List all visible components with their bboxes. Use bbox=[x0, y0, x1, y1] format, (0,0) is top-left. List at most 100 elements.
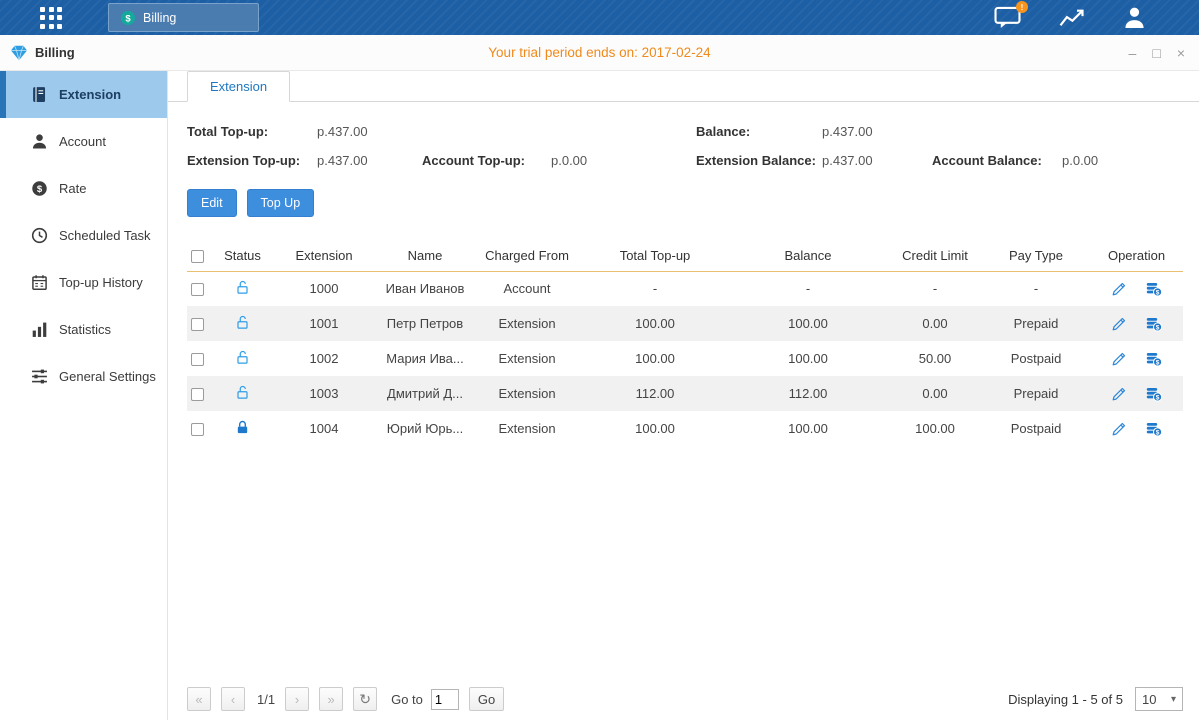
minimize-button[interactable]: – bbox=[1129, 46, 1137, 60]
edit-button[interactable]: Edit bbox=[187, 189, 237, 217]
ledger-icon bbox=[31, 86, 48, 103]
page-indicator: 1/1 bbox=[257, 692, 275, 707]
balance-cell: 100.00 bbox=[728, 341, 888, 376]
sidebar-item-extension[interactable]: Extension bbox=[0, 71, 167, 118]
select-all-checkbox[interactable] bbox=[191, 250, 204, 263]
col-name: Name bbox=[378, 240, 472, 271]
billing-tab-label: Billing bbox=[143, 11, 176, 25]
balance-value: p.437.00 bbox=[822, 124, 932, 139]
last-page-button[interactable]: » bbox=[319, 687, 343, 711]
topbar: Billing ! bbox=[0, 0, 1199, 35]
extension-cell: 1001 bbox=[270, 306, 378, 341]
table-header-row: Status Extension Name Charged From Total… bbox=[187, 240, 1183, 271]
table-row: 1003 Дмитрий Д... Extension 112.00 112.0… bbox=[187, 376, 1183, 411]
statistics-icon[interactable] bbox=[1058, 7, 1085, 29]
tab-extension[interactable]: Extension bbox=[187, 71, 290, 102]
credit-limit-cell: 0.00 bbox=[888, 306, 982, 341]
row-checkbox[interactable] bbox=[191, 353, 204, 366]
edit-icon[interactable] bbox=[1111, 316, 1127, 332]
total-topup-cell: 100.00 bbox=[582, 306, 728, 341]
apps-grid-icon[interactable] bbox=[40, 7, 62, 29]
sidebar-item-general-settings[interactable]: General Settings bbox=[0, 353, 167, 400]
balance-cell: 100.00 bbox=[728, 306, 888, 341]
edit-icon[interactable] bbox=[1111, 386, 1127, 402]
goto-page-input[interactable] bbox=[431, 689, 459, 710]
messages-icon[interactable]: ! bbox=[994, 6, 1021, 29]
charged-from-cell: Account bbox=[472, 271, 582, 306]
row-checkbox[interactable] bbox=[191, 283, 204, 296]
unlock-icon[interactable] bbox=[235, 385, 250, 400]
sidebar-item-scheduled-task[interactable]: Scheduled Task bbox=[0, 212, 167, 259]
topup-icon[interactable] bbox=[1146, 421, 1162, 437]
billing-app-tab[interactable]: Billing bbox=[108, 3, 259, 32]
window-controls: – □ × bbox=[1129, 46, 1199, 60]
clock-icon bbox=[31, 227, 48, 244]
sidebar: Extension Account Rate Scheduled Task To… bbox=[0, 71, 168, 720]
next-page-button[interactable]: › bbox=[285, 687, 309, 711]
unlock-icon[interactable] bbox=[235, 315, 250, 330]
app-title-text: Billing bbox=[35, 45, 75, 60]
charged-from-cell: Extension bbox=[472, 411, 582, 446]
row-checkbox[interactable] bbox=[191, 423, 204, 436]
row-checkbox[interactable] bbox=[191, 388, 204, 401]
top-up-button[interactable]: Top Up bbox=[247, 189, 315, 217]
maximize-button[interactable]: □ bbox=[1152, 46, 1160, 60]
sidebar-item-topup-history[interactable]: Top-up History bbox=[0, 259, 167, 306]
status-cell bbox=[215, 271, 270, 306]
account-balance-label: Account Balance: bbox=[932, 153, 1062, 168]
billing-window: Billing ! Billing Your trial period ends… bbox=[0, 0, 1199, 720]
sliders-icon bbox=[31, 368, 48, 385]
edit-icon[interactable] bbox=[1111, 281, 1127, 297]
total-topup-cell: 100.00 bbox=[582, 341, 728, 376]
topup-icon[interactable] bbox=[1146, 386, 1162, 402]
first-page-button[interactable]: « bbox=[187, 687, 211, 711]
col-status: Status bbox=[215, 240, 270, 271]
total-topup-cell: 100.00 bbox=[582, 411, 728, 446]
sidebar-item-account[interactable]: Account bbox=[0, 118, 167, 165]
sidebar-item-rate[interactable]: Rate bbox=[0, 165, 167, 212]
status-cell bbox=[215, 376, 270, 411]
pay-type-cell: Postpaid bbox=[982, 341, 1090, 376]
table-row: 1001 Петр Петров Extension 100.00 100.00… bbox=[187, 306, 1183, 341]
operation-cell bbox=[1090, 411, 1183, 446]
header-checkbox-cell bbox=[187, 240, 215, 271]
extension-balance-label: Extension Balance: bbox=[696, 153, 822, 168]
edit-icon[interactable] bbox=[1111, 351, 1127, 367]
topup-icon[interactable] bbox=[1146, 316, 1162, 332]
page-size-select[interactable]: 10 ▾ bbox=[1135, 687, 1183, 711]
total-topup-label: Total Top-up: bbox=[187, 124, 317, 139]
extension-topup-label: Extension Top-up: bbox=[187, 153, 317, 168]
tabbar: Extension bbox=[168, 71, 1199, 102]
refresh-icon[interactable]: ↻ bbox=[353, 687, 377, 711]
sidebar-item-statistics[interactable]: Statistics bbox=[0, 306, 167, 353]
col-charged-from: Charged From bbox=[472, 240, 582, 271]
charged-from-cell: Extension bbox=[472, 341, 582, 376]
prev-page-button[interactable]: ‹ bbox=[221, 687, 245, 711]
status-cell bbox=[215, 341, 270, 376]
row-checkbox[interactable] bbox=[191, 318, 204, 331]
extensions-table: Status Extension Name Charged From Total… bbox=[187, 240, 1183, 446]
lock-icon[interactable] bbox=[235, 420, 250, 435]
close-button[interactable]: × bbox=[1177, 46, 1185, 60]
name-cell: Петр Петров bbox=[378, 306, 472, 341]
user-icon[interactable] bbox=[1122, 6, 1147, 29]
balance-summary: Total Top-up: p.437.00 Balance: p.437.00… bbox=[187, 124, 1183, 168]
extension-balance-value: p.437.00 bbox=[822, 153, 932, 168]
col-total-topup: Total Top-up bbox=[582, 240, 728, 271]
col-balance: Balance bbox=[728, 240, 888, 271]
name-cell: Иван Иванов bbox=[378, 271, 472, 306]
extension-cell: 1000 bbox=[270, 271, 378, 306]
edit-icon[interactable] bbox=[1111, 421, 1127, 437]
unlock-icon[interactable] bbox=[235, 280, 250, 295]
credit-limit-cell: 100.00 bbox=[888, 411, 982, 446]
extension-cell: 1002 bbox=[270, 341, 378, 376]
sidebar-item-label: Extension bbox=[59, 87, 121, 102]
unlock-icon[interactable] bbox=[235, 350, 250, 365]
topup-icon[interactable] bbox=[1146, 281, 1162, 297]
go-button[interactable]: Go bbox=[469, 687, 504, 711]
topup-icon[interactable] bbox=[1146, 351, 1162, 367]
titlebar: Billing Your trial period ends on: 2017-… bbox=[0, 35, 1199, 71]
calendar-icon bbox=[31, 274, 48, 291]
col-pay-type: Pay Type bbox=[982, 240, 1090, 271]
credit-limit-cell: - bbox=[888, 271, 982, 306]
